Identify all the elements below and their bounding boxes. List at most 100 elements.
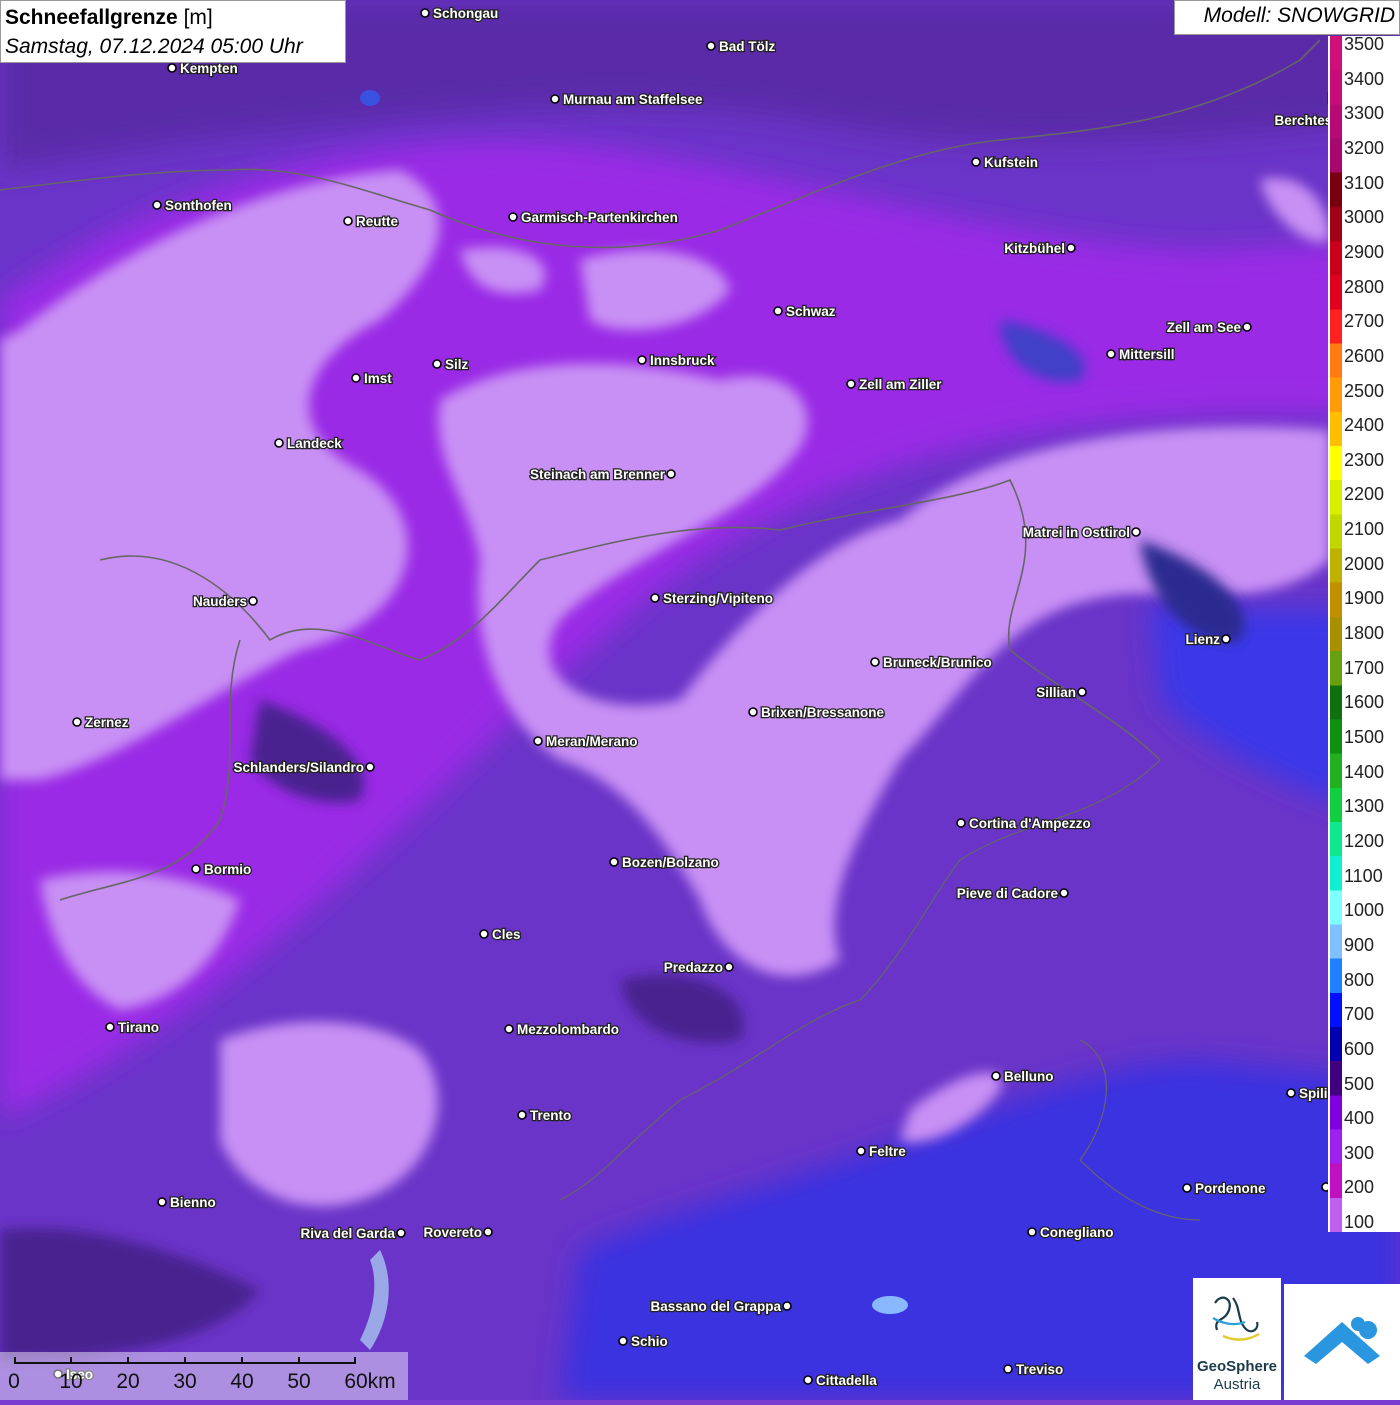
city-label: Murnau am Staffelsee: [563, 92, 703, 107]
city-schongau: Schongau: [420, 5, 500, 22]
legend-label-3400: 3400: [1344, 68, 1385, 89]
legend-label-3000: 3000: [1344, 207, 1385, 228]
city-dot: [870, 657, 880, 667]
city-label: Brixen/Bressanone: [761, 705, 885, 720]
city-label: Kempten: [180, 61, 238, 76]
legend-label-2900: 2900: [1344, 241, 1385, 262]
legend-label-1000: 1000: [1344, 900, 1385, 921]
scale-label-20: 20: [116, 1370, 140, 1393]
city-dot: [650, 593, 660, 603]
legend-label-1200: 1200: [1344, 830, 1385, 851]
scale-label-0: 0: [8, 1370, 20, 1393]
model-label: Modell: SNOWGRID: [1174, 0, 1400, 35]
city-dot: [991, 1071, 1001, 1081]
legend-label-300: 300: [1344, 1142, 1375, 1163]
city-label: Schlanders/Silandro: [233, 760, 364, 775]
legend-label-1800: 1800: [1344, 623, 1385, 644]
city-dot: [157, 1197, 167, 1207]
city-mezzolombardo: Mezzolombardo: [504, 1021, 620, 1038]
city-label: Matrei in Osttirol: [1023, 525, 1130, 540]
city-dot: [1131, 527, 1141, 537]
city-dot: [483, 1227, 493, 1237]
scale-label-40: 40: [230, 1370, 254, 1393]
city-pordenone: Pordenone: [1182, 1180, 1267, 1197]
legend-label-2200: 2200: [1344, 484, 1385, 505]
city-label: Landeck: [287, 436, 342, 451]
legend-label-1500: 1500: [1344, 727, 1385, 747]
city-label: Tirano: [118, 1020, 159, 1035]
city-dot: [846, 379, 856, 389]
city-rovereto: Rovereto: [422, 1224, 493, 1241]
city-label: Kitzbühel: [1004, 241, 1065, 256]
city-zell-am-ziller: Zell am Ziller: [846, 376, 944, 393]
scale-label-10: 10: [59, 1370, 83, 1393]
city-dot: [1003, 1364, 1013, 1374]
city-label: Conegliano: [1040, 1225, 1114, 1240]
city-conegliano: Conegliano: [1027, 1224, 1115, 1241]
city-dot: [803, 1375, 813, 1385]
legend-label-2000: 2000: [1344, 553, 1385, 574]
city-label: Bassano del Grappa: [650, 1299, 781, 1314]
geosphere-logo-icon: [1212, 1296, 1260, 1341]
city-pieve-di-cadore: Pieve di Cadore: [955, 885, 1069, 902]
city-dot: [365, 762, 375, 772]
scale-label-60km: 60km: [344, 1370, 396, 1393]
color-legend: 3500 3400 3300 3200 3100 3000 2900 2800 2700 2600…: [1328, 34, 1400, 1232]
city-label: Feltre: [869, 1144, 906, 1159]
city-predazzo: Predazzo: [662, 959, 734, 976]
scale-tick: [70, 1357, 72, 1364]
city-dot: [782, 1301, 792, 1311]
city-zell-am-see: Zell am See: [1165, 319, 1252, 336]
legend-label-800: 800: [1344, 969, 1375, 990]
city-dot: [508, 212, 518, 222]
legend-label-1400: 1400: [1344, 761, 1385, 782]
city-dot: [351, 373, 361, 383]
city-schlanders-silandro: Schlanders/Silandro: [232, 759, 375, 776]
city-label: Cittadella: [816, 1373, 877, 1388]
legend-label-500: 500: [1344, 1073, 1375, 1094]
legend-label-1100: 1100: [1344, 865, 1383, 886]
city-label: Trento: [530, 1108, 571, 1123]
legend-label-1700: 1700: [1344, 657, 1385, 678]
city-label: Reutte: [356, 214, 398, 229]
city-dot: [1077, 687, 1087, 697]
legend-label-2500: 2500: [1344, 380, 1385, 401]
city-label: Cles: [492, 927, 521, 942]
legend-label-2700: 2700: [1344, 311, 1385, 332]
city-dot: [396, 1228, 406, 1238]
city-dot: [1182, 1183, 1192, 1193]
city-label: Predazzo: [664, 960, 723, 975]
city-dot: [706, 41, 716, 51]
scale-label-30: 30: [173, 1370, 197, 1393]
scale-tick: [127, 1357, 129, 1364]
city-label: Meran/Merano: [546, 734, 638, 749]
city-dot: [1221, 634, 1231, 644]
snowfall-limit-map[interactable]: Schongau Bad Tölz Kempten Murnau am Staffel…: [0, 0, 1400, 1400]
city-label: Lienz: [1185, 632, 1220, 647]
city-label: Zell am Ziller: [859, 377, 942, 392]
scale-tick: [241, 1357, 243, 1364]
city-bruneck-brunico: Bruneck/Brunico: [870, 654, 993, 671]
legend-label-700: 700: [1344, 1004, 1375, 1025]
legend-label-1300: 1300: [1344, 796, 1385, 817]
city-label: Schongau: [433, 6, 498, 21]
city-label: Garmisch-Partenkirchen: [521, 210, 678, 225]
city-label: Rovereto: [423, 1225, 482, 1240]
city-dot: [191, 864, 201, 874]
legend-label-1600: 1600: [1344, 692, 1385, 713]
city-dot: [1106, 349, 1116, 359]
city-label: Schio: [631, 1334, 668, 1349]
city-innsbruck: Innsbruck: [637, 352, 716, 369]
city-label: Zell am See: [1167, 320, 1242, 335]
city-dot: [1059, 888, 1069, 898]
city-label: Bad Tölz: [719, 39, 775, 54]
scale-label-50: 50: [287, 1370, 311, 1393]
legend-label-2600: 2600: [1344, 345, 1385, 366]
city-dot: [479, 929, 489, 939]
city-dot: [971, 157, 981, 167]
city-cortina-d-ampezzo: Cortina d'Ampezzo: [956, 815, 1092, 832]
city-label: Bozen/Bolzano: [622, 855, 719, 870]
city-dot: [432, 359, 442, 369]
city-label: Bruneck/Brunico: [883, 655, 992, 670]
city-label: Belluno: [1004, 1069, 1054, 1084]
